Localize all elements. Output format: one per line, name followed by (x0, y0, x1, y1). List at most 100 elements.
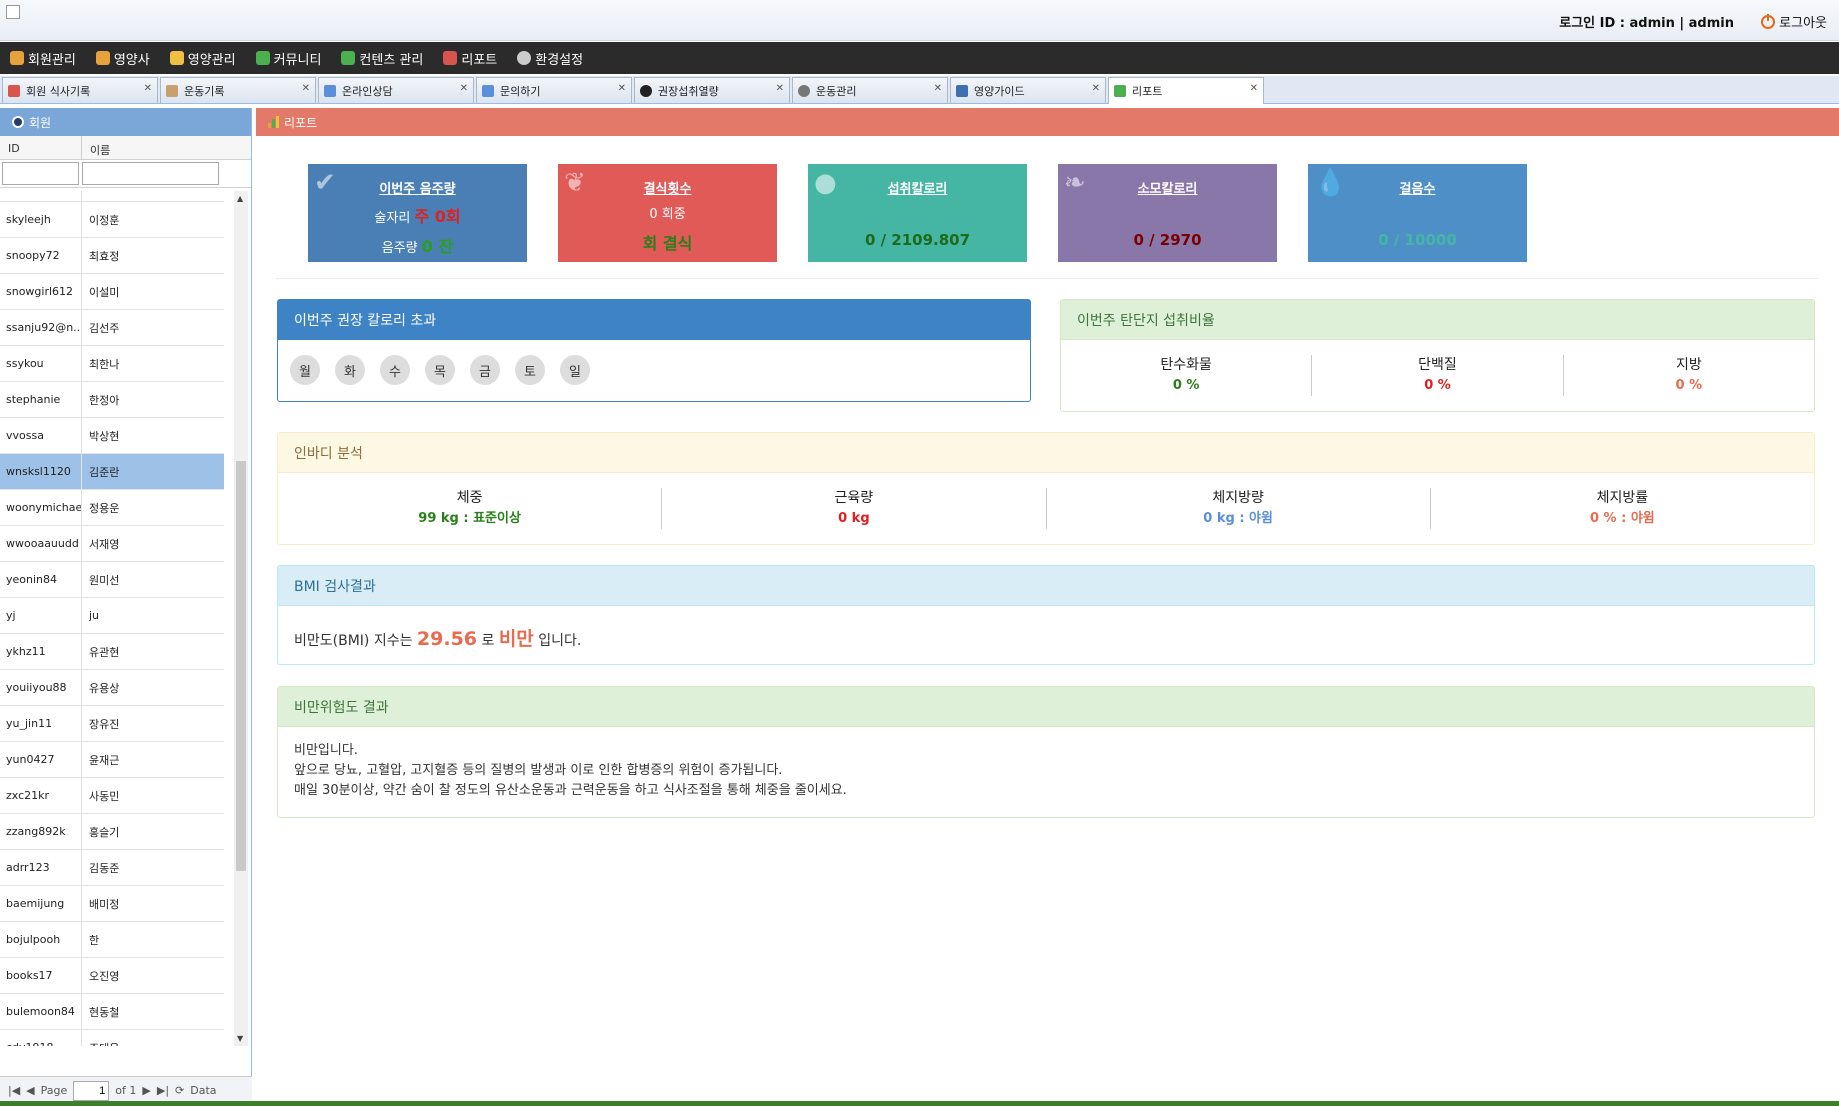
member-name-cell: 배미정 (89, 897, 120, 911)
contents-icon (341, 51, 356, 65)
scroll-down-icon[interactable]: ▼ (237, 1034, 243, 1043)
tab-inquiry[interactable]: 문의하기 ✕ (476, 77, 632, 103)
close-icon[interactable]: ✕ (776, 83, 784, 94)
intake-calorie-card[interactable]: ● 섭취칼로리 0 / 2109.807 (808, 164, 1027, 262)
logout-label: 로그아웃 (1779, 16, 1827, 31)
menu-contents[interactable]: 컨텐츠 관리 (341, 49, 423, 68)
first-page-icon[interactable]: |◀ (8, 1084, 20, 1097)
menu-nutrition[interactable]: 영양관리 (169, 49, 236, 68)
table-row[interactable]: zxc21kr 사동민 (0, 778, 224, 814)
burn-calorie-title[interactable]: 소모칼로리 (1058, 178, 1277, 197)
inbody-title: 인바디 분석 (278, 433, 1814, 473)
prev-page-icon[interactable]: ◀ (26, 1084, 34, 1097)
intake-calorie-title[interactable]: 섭취칼로리 (808, 178, 1027, 197)
tab-exercise-record[interactable]: 운동기록 ✕ (160, 77, 316, 103)
member-grid-header: ID 이름 (0, 136, 251, 160)
member-name-cell: 이설미 (89, 285, 120, 299)
table-row[interactable]: yeonin84 원미선 (0, 562, 224, 598)
table-row[interactable]: stephanie 한정아 (0, 382, 224, 418)
name-filter-input[interactable] (82, 162, 219, 185)
skip-meal-title[interactable]: 결식횟수 (558, 178, 777, 197)
table-row[interactable]: bulemoon84 현동철 (0, 994, 224, 1030)
member-name-cell: 유관현 (89, 645, 120, 659)
weekday-circle: 일 (560, 355, 590, 385)
macro-ratio-title: 이번주 탄단지 섭취비율 (1061, 300, 1814, 340)
alcohol-title[interactable]: 이번주 음주량 (308, 178, 527, 197)
logout-button[interactable]: 로그아웃 (1761, 12, 1827, 31)
member-id-cell: yeonin84 (0, 562, 82, 597)
close-icon[interactable]: ✕ (618, 83, 626, 94)
tab-recommended-calories[interactable]: 권장섭취열량 ✕ (634, 77, 790, 103)
table-row[interactable]: youiiyou88 유용상 (0, 670, 224, 706)
next-page-icon[interactable]: ▶ (142, 1084, 150, 1097)
tab-exercise-manage[interactable]: 운동관리 ✕ (792, 77, 948, 103)
close-icon[interactable]: ✕ (460, 83, 468, 94)
table-row[interactable]: woonymichael 정용운 (0, 490, 224, 526)
report-icon (443, 51, 458, 65)
table-row[interactable]: baemijung 배미정 (0, 886, 224, 922)
close-icon[interactable]: ✕ (1250, 83, 1258, 94)
member-id-cell: adrr123 (0, 850, 82, 885)
column-name[interactable]: 이름 (82, 136, 118, 159)
tab-nutrition-guide[interactable]: 영양가이드 ✕ (950, 77, 1106, 103)
member-name-cell: 윤재근 (89, 753, 120, 767)
table-row[interactable]: yj ju (0, 598, 224, 634)
table-row[interactable]: snoopy72 최효정 (0, 238, 224, 274)
weekday-circle: 월 (290, 355, 320, 385)
alcohol-card[interactable]: ✔ 이번주 음주량 술자리 주 0회 음주량 0 잔 (308, 164, 527, 262)
table-row[interactable]: ssykou 최한나 (0, 346, 224, 382)
scroll-thumb[interactable] (236, 461, 246, 871)
table-row[interactable]: bojulpooh 한 (0, 922, 224, 958)
table-row[interactable]: cdy1918조대용 (0, 1030, 224, 1046)
plant-icon: ❦ (564, 168, 586, 198)
table-row[interactable]: snowgirl612 이설미 (0, 274, 224, 310)
id-filter-input[interactable] (2, 162, 79, 185)
steps-card[interactable]: 💧 걸음수 0 / 10000 (1308, 164, 1527, 262)
close-icon[interactable]: ✕ (144, 83, 152, 94)
member-name-cell: 원미선 (89, 573, 120, 587)
skip-meal-card[interactable]: ❦ 결식횟수 0 회중 회 결식 (558, 164, 777, 262)
column-id[interactable]: ID (0, 136, 82, 159)
bmi-value: 29.56 (416, 628, 478, 650)
table-row[interactable]: wwooaauudd 서재영 (0, 526, 224, 562)
member-grid-scrollbar[interactable]: ▲ ▼ (234, 191, 248, 1046)
menu-settings[interactable]: 환경설정 (517, 49, 583, 68)
burn-calorie-card[interactable]: ❧ 소모칼로리 0 / 2970 (1058, 164, 1277, 262)
calorie-excess-title: 이번주 권장 칼로리 초과 (278, 300, 1030, 340)
member-filters (0, 160, 251, 188)
tab-online-consult[interactable]: 온라인상담 ✕ (318, 77, 474, 103)
speech-bubble-icon: ● (814, 168, 837, 198)
menu-members[interactable]: 회원관리 (10, 49, 76, 68)
table-row[interactable]: wnsksl1120 김준란 (0, 454, 224, 490)
member-name-cell: 조대용 (82, 1040, 119, 1047)
page-input[interactable] (73, 1080, 110, 1101)
table-row[interactable]: books17 오진영 (0, 958, 224, 994)
tab-report[interactable]: 리포트 ✕ (1108, 77, 1264, 104)
table-row[interactable]: vvossa 박상현 (0, 418, 224, 454)
table-row[interactable]: ssanju92@n... 김선주 (0, 310, 224, 346)
member-id-cell: yj (0, 598, 82, 633)
chat-icon (482, 84, 494, 97)
close-icon[interactable]: ✕ (1092, 83, 1100, 94)
table-row[interactable]: yu_jin11 장유진 (0, 706, 224, 742)
header-checkbox[interactable] (6, 5, 20, 19)
refresh-icon[interactable]: ⟳ (175, 1084, 184, 1097)
close-icon[interactable]: ✕ (934, 83, 942, 94)
close-icon[interactable]: ✕ (302, 83, 310, 94)
member-id-cell: books17 (0, 958, 82, 993)
menu-community[interactable]: 커뮤니티 (255, 49, 321, 68)
macro-ratio-panel: 이번주 탄단지 섭취비율 탄수화물 0 % 단백질 0 % 지방 0 % (1060, 299, 1815, 412)
book-icon (956, 84, 968, 97)
menu-report[interactable]: 리포트 (443, 49, 497, 68)
last-page-icon[interactable]: ▶| (157, 1084, 169, 1097)
tab-meal-record[interactable]: 회원 식사기록 ✕ (2, 77, 158, 103)
kcal-icon (640, 84, 652, 97)
table-row[interactable]: yun0427 윤재근 (0, 742, 224, 778)
table-row[interactable]: shimyunho신윤호 (0, 191, 224, 202)
table-row[interactable]: zzang892k 홍슬기 (0, 814, 224, 850)
menu-nutritionist[interactable]: 영양사 (95, 49, 150, 68)
scroll-up-icon[interactable]: ▲ (237, 194, 243, 203)
table-row[interactable]: skyleejh 이정훈 (0, 202, 224, 238)
table-row[interactable]: adrr123 김동준 (0, 850, 224, 886)
table-row[interactable]: ykhz11 유관현 (0, 634, 224, 670)
